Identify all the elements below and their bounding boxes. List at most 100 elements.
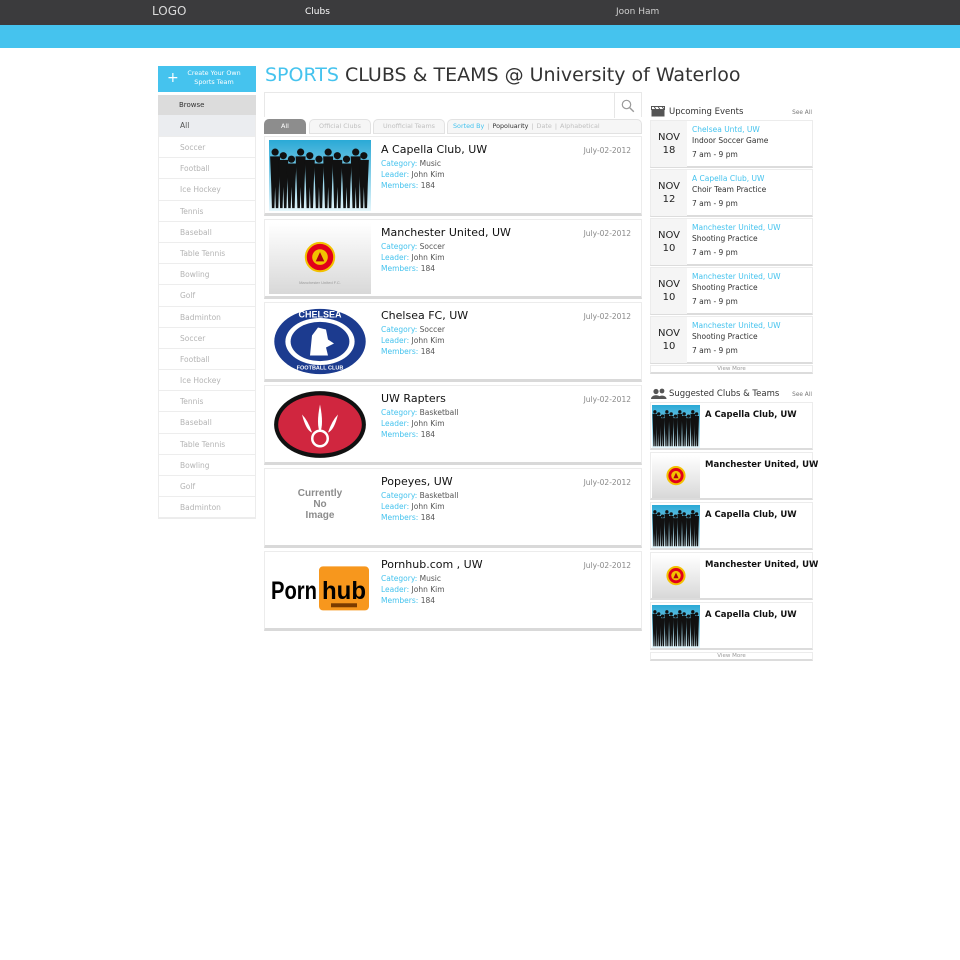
suggested-club-image[interactable] bbox=[652, 405, 700, 448]
club-name[interactable]: Pornhub.com , UW bbox=[381, 558, 483, 571]
sidebar-item-golf[interactable]: Golf bbox=[159, 476, 255, 498]
sidebar-item-table-tennis[interactable]: Table Tennis bbox=[159, 434, 255, 455]
club-image[interactable] bbox=[269, 140, 371, 211]
svg-text:Porn: Porn bbox=[271, 577, 317, 605]
sort-popularity[interactable]: Popoluarity bbox=[492, 122, 528, 130]
suggested-club-item[interactable]: A Capella Club, UW bbox=[650, 602, 813, 650]
svg-text:hub: hub bbox=[322, 577, 366, 605]
event-organizer[interactable]: Manchester United, UW bbox=[692, 222, 781, 233]
suggested-club-item[interactable]: A Capella Club, UW bbox=[650, 402, 813, 450]
sidebar-item-badminton[interactable]: Badminton bbox=[159, 307, 255, 328]
club-members: Members: 184 bbox=[381, 596, 435, 605]
sorted-by-label: Sorted By bbox=[453, 122, 485, 130]
suggested-see-all-link[interactable]: See All bbox=[792, 387, 812, 403]
user-name-link[interactable]: Joon Ham bbox=[616, 7, 659, 17]
club-members: Members: 184 bbox=[381, 181, 435, 190]
sidebar-item-soccer[interactable]: Soccer bbox=[159, 328, 255, 349]
sidebar-item-tennis[interactable]: Tennis bbox=[159, 201, 255, 222]
sidebar-item-football[interactable]: Football bbox=[159, 349, 255, 371]
event-organizer[interactable]: Manchester United, UW bbox=[692, 320, 781, 331]
club-card[interactable]: Currently No Image Popeyes, UW July-02-2012 C… bbox=[264, 468, 642, 548]
sidebar-item-table-tennis[interactable]: Table Tennis bbox=[159, 243, 255, 265]
club-image[interactable] bbox=[269, 389, 371, 460]
category-value: Soccer bbox=[419, 325, 445, 334]
club-image[interactable]: Currently No Image bbox=[269, 472, 371, 543]
members-label: Members: bbox=[381, 347, 419, 356]
club-name[interactable]: Manchester United, UW bbox=[381, 226, 511, 239]
club-image[interactable]: Porn hub bbox=[269, 555, 371, 626]
suggested-club-item[interactable]: Manchester United, UW bbox=[650, 552, 818, 600]
suggested-club-name[interactable]: Manchester United, UW bbox=[705, 460, 818, 470]
sidebar-item-soccer[interactable]: Soccer bbox=[159, 137, 255, 159]
event-date: NOV 18 bbox=[651, 121, 687, 167]
sidebar-item-golf[interactable]: Golf bbox=[159, 285, 255, 307]
club-name[interactable]: Popeyes, UW bbox=[381, 475, 453, 488]
event-organizer[interactable]: Manchester United, UW bbox=[692, 271, 781, 282]
suggested-club-name[interactable]: Manchester United, UW bbox=[705, 560, 818, 570]
sidebar-item-baseball[interactable]: Baseball bbox=[159, 412, 255, 434]
sidebar-item-football[interactable]: Football bbox=[159, 158, 255, 180]
tab-official-clubs[interactable]: Official Clubs bbox=[309, 119, 371, 134]
suggested-club-image[interactable] bbox=[652, 455, 700, 498]
create-team-button[interactable]: + Create Your Own Sports Team bbox=[158, 66, 256, 92]
sidebar-item-bowling[interactable]: Bowling bbox=[159, 455, 255, 476]
leader-label: Leader: bbox=[381, 336, 410, 345]
sidebar-item-all[interactable]: All bbox=[159, 115, 255, 137]
event-item[interactable]: NOV 18 Chelsea Untd, UW Indoor Soccer Game 7… bbox=[650, 120, 813, 168]
events-see-all-link[interactable]: See All bbox=[792, 105, 812, 121]
event-details: Manchester United, UW Shooting Practice 7 … bbox=[692, 271, 781, 307]
sidebar-item-ice-hockey[interactable]: Ice Hockey bbox=[159, 370, 255, 392]
sidebar: + Create Your Own Sports Team Browse All… bbox=[158, 66, 256, 520]
club-card[interactable]: Porn hub Pornhub.com , UW July-02-2012 Categ… bbox=[264, 551, 642, 631]
club-name[interactable]: Chelsea FC, UW bbox=[381, 309, 468, 322]
sidebar-item-bowling[interactable]: Bowling bbox=[159, 264, 255, 286]
search-button[interactable] bbox=[614, 93, 641, 118]
category-value: Soccer bbox=[419, 242, 445, 251]
event-organizer[interactable]: A Capella Club, UW bbox=[692, 173, 766, 184]
sidebar-item-ice-hockey[interactable]: Ice Hockey bbox=[159, 179, 255, 201]
event-organizer[interactable]: Chelsea Untd, UW bbox=[692, 124, 768, 135]
event-details: A Capella Club, UW Choir Team Practice 7 a… bbox=[692, 173, 766, 209]
category-label: Category: bbox=[381, 325, 418, 334]
category-label: Category: bbox=[381, 159, 418, 168]
event-item[interactable]: NOV 10 Manchester United, UW Shooting Pract… bbox=[650, 316, 813, 364]
club-card[interactable]: CHELSEA FOOTBALL CLUB Chelsea FC, UW July-0… bbox=[264, 302, 642, 382]
sort-date[interactable]: Date bbox=[537, 122, 552, 130]
club-name[interactable]: A Capella Club, UW bbox=[381, 143, 487, 156]
leader-value: John Kim bbox=[411, 170, 445, 179]
events-view-more-link[interactable]: View More bbox=[650, 365, 813, 374]
club-image[interactable]: CHELSEA FOOTBALL CLUB bbox=[269, 306, 371, 377]
suggested-club-image[interactable] bbox=[652, 505, 700, 548]
search-bar[interactable] bbox=[264, 92, 642, 118]
club-name[interactable]: UW Rapters bbox=[381, 392, 446, 405]
sidebar-item-tennis[interactable]: Tennis bbox=[159, 391, 255, 413]
tab-all[interactable]: All bbox=[264, 119, 306, 134]
event-month: NOV bbox=[657, 132, 681, 143]
sort-alphabetical[interactable]: Alphabetical bbox=[560, 122, 600, 130]
suggested-club-image[interactable] bbox=[652, 605, 700, 648]
upcoming-events-header: Upcoming Events See All bbox=[650, 104, 813, 120]
club-card[interactable]: A Capella Club, UW July-02-2012 Category: … bbox=[264, 136, 642, 216]
nav-clubs-link[interactable]: Clubs bbox=[305, 7, 330, 17]
suggested-club-image[interactable] bbox=[652, 555, 700, 598]
sidebar-item-badminton[interactable]: Badminton bbox=[159, 497, 255, 519]
club-card[interactable]: Manchester United F.C. Manchester United,… bbox=[264, 219, 642, 299]
club-leader: Leader: John Kim bbox=[381, 253, 445, 262]
sidebar-item-baseball[interactable]: Baseball bbox=[159, 222, 255, 243]
tab-unofficial-teams[interactable]: Unofficial Teams bbox=[373, 119, 445, 134]
event-item[interactable]: NOV 10 Manchester United, UW Shooting Pract… bbox=[650, 218, 813, 266]
clapperboard-icon bbox=[651, 106, 665, 117]
category-list: All Soccer Football Ice Hockey Tennis Basebal… bbox=[158, 115, 256, 520]
club-image[interactable]: Manchester United F.C. bbox=[269, 223, 371, 294]
suggested-club-item[interactable]: A Capella Club, UW bbox=[650, 502, 813, 550]
suggested-club-name[interactable]: A Capella Club, UW bbox=[705, 610, 797, 620]
event-item[interactable]: NOV 12 A Capella Club, UW Choir Team Practi… bbox=[650, 169, 813, 217]
suggested-club-name[interactable]: A Capella Club, UW bbox=[705, 510, 797, 520]
suggested-club-name[interactable]: A Capella Club, UW bbox=[705, 410, 797, 420]
suggested-club-item[interactable]: Manchester United, UW bbox=[650, 452, 818, 500]
club-card[interactable]: UW Rapters July-02-2012 Category: Basketba… bbox=[264, 385, 642, 465]
suggested-view-more-link[interactable]: View More bbox=[650, 652, 813, 661]
leader-value: John Kim bbox=[411, 253, 445, 262]
logo[interactable]: LOGO bbox=[152, 4, 186, 18]
event-item[interactable]: NOV 10 Manchester United, UW Shooting Pract… bbox=[650, 267, 813, 315]
